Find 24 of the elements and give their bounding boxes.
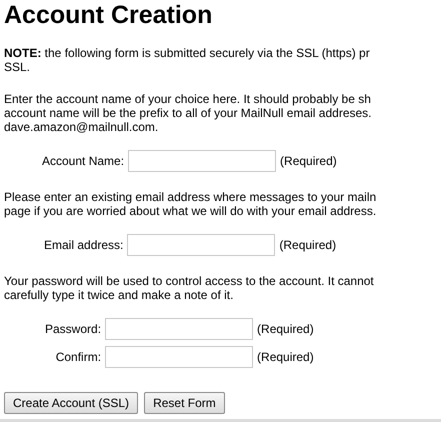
input-field[interactable] [105,346,254,368]
paragraph-line: Please enter an existing email address where messages to your mailn [4,190,376,204]
paragraph-line: Enter the account name of your choice here. It should probably be sh [4,92,371,106]
required-note: (Required) [257,350,314,364]
input-field[interactable] [127,234,276,256]
reset-form-button[interactable]: Reset Form [144,392,225,414]
create-account-button[interactable]: Create Account (SSL) [4,392,138,414]
field-label: Account Name: [42,154,124,168]
page-title: Account Creation [4,0,214,30]
required-note: (Required) [279,238,336,252]
field-label: Confirm: [56,350,102,364]
paragraph-line: carefully type it twice and make a note of it. [4,288,234,302]
input-field[interactable] [128,150,276,172]
paragraph-line: account name will be the prefix to all of your MailNull email addreses. [4,106,372,120]
field-label: Password: [45,322,102,336]
field-label: Email address: [44,238,124,252]
required-note: (Required) [280,154,337,168]
paragraph-line: dave.amazon@mailnull.com. [4,120,158,134]
paragraph-line: SSL. [4,60,30,74]
paragraph-line: Your password will be used to control access to the account. It cannot [4,274,374,288]
input-field[interactable] [105,318,254,340]
required-note: (Required) [257,322,314,336]
paragraph-line: NOTE: the following form is submitted securely via the SSL (https) pr [4,46,370,60]
paragraph-line: page if you are worried about what we will do with your email address. [4,204,376,218]
